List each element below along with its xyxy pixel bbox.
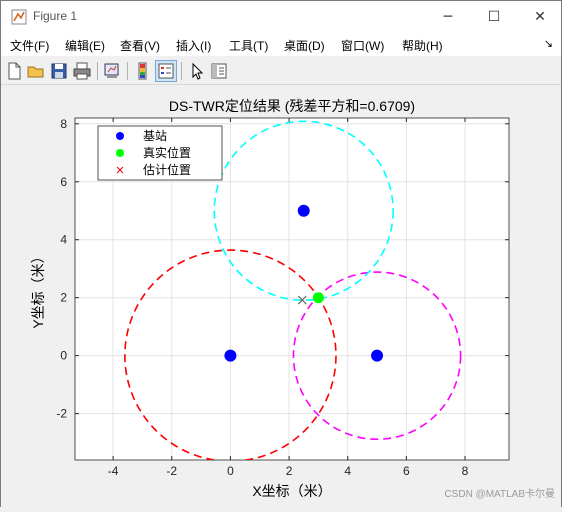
- y-tick-label: -2: [56, 407, 67, 421]
- title-bar[interactable]: Figure 1 ─ ☐ ✕: [1, 1, 561, 32]
- true-position-marker: [312, 292, 324, 304]
- y-axis-label: Y坐标（米）: [30, 249, 46, 328]
- menu-window[interactable]: 窗口(W): [341, 37, 384, 54]
- x-tick-label: 2: [286, 464, 293, 478]
- matlab-figure-icon: [11, 9, 27, 25]
- insert-legend-icon[interactable]: [155, 60, 177, 82]
- x-tick-label: -4: [108, 464, 119, 478]
- figure-canvas: -4 -2 0 2 4 6 8 -2 0 2 4 6 8 DS-TWR定位结果 (残差平方和=0.6709…: [1, 85, 561, 508]
- x-tick-label: 8: [462, 464, 469, 478]
- open-file-icon[interactable]: [26, 61, 46, 81]
- maximize-button[interactable]: ☐: [471, 1, 517, 32]
- chart-title: DS-TWR定位结果 (残差平方和=0.6709): [169, 98, 415, 114]
- x-tick-label: 6: [403, 464, 410, 478]
- y-tick-label: 8: [60, 117, 67, 131]
- base-station-marker: [297, 204, 310, 217]
- y-tick-label: 0: [60, 349, 67, 363]
- menu-overflow-icon[interactable]: ↘: [544, 37, 553, 50]
- insert-colorbar-icon[interactable]: [133, 61, 153, 81]
- minimize-button[interactable]: ─: [425, 1, 471, 32]
- base-station-marker: [371, 349, 384, 362]
- figure-toolbar: [1, 58, 561, 85]
- menu-insert[interactable]: 插入(I): [176, 37, 211, 54]
- property-inspector-icon[interactable]: [209, 61, 229, 81]
- x-axis-label: X坐标（米）: [252, 483, 331, 499]
- menu-file[interactable]: 文件(F): [10, 37, 49, 54]
- link-plot-icon[interactable]: [102, 61, 122, 81]
- toolbar-separator: [127, 62, 128, 80]
- figure-window: Figure 1 ─ ☐ ✕ 文件(F) 编辑(E) 查看(V) 插入(I) 工…: [0, 0, 562, 508]
- menu-tools[interactable]: 工具(T): [229, 37, 268, 54]
- base-station-marker: [224, 349, 237, 362]
- minimize-icon: ─: [443, 8, 453, 25]
- menu-desktop[interactable]: 桌面(D): [284, 37, 325, 54]
- y-tick-label: 4: [60, 233, 67, 247]
- edit-plot-icon[interactable]: [187, 61, 207, 81]
- x-tick-label: 0: [227, 464, 234, 478]
- maximize-icon: ☐: [487, 8, 501, 25]
- toolbar-separator: [181, 62, 182, 80]
- menu-view[interactable]: 查看(V): [120, 37, 160, 54]
- legend-marker: [116, 149, 124, 157]
- x-tick-label: 4: [344, 464, 351, 478]
- menu-help[interactable]: 帮助(H): [402, 37, 443, 54]
- watermark: CSDN @MATLAB卡尔曼: [444, 489, 555, 500]
- close-button[interactable]: ✕: [517, 1, 562, 32]
- window-title: Figure 1: [33, 9, 78, 23]
- print-icon[interactable]: [72, 61, 92, 81]
- save-icon[interactable]: [49, 61, 69, 81]
- plot-svg[interactable]: -4 -2 0 2 4 6 8 -2 0 2 4 6 8 DS-TWR定位结果 (残差平方和=0.6709…: [1, 85, 562, 508]
- legend-marker: [116, 132, 124, 140]
- legend-label: 估计位置: [143, 162, 191, 177]
- menu-bar: 文件(F) 编辑(E) 查看(V) 插入(I) 工具(T) 桌面(D) 窗口(W…: [1, 32, 561, 56]
- menu-edit[interactable]: 编辑(E): [65, 37, 105, 54]
- legend-label: 真实位置: [143, 145, 191, 160]
- toolbar-separator: [97, 62, 98, 80]
- x-tick-label: -2: [166, 464, 177, 478]
- new-figure-icon[interactable]: [4, 61, 24, 81]
- y-tick-label: 2: [60, 291, 67, 305]
- legend-label: 基站: [143, 129, 167, 143]
- y-tick-label: 6: [60, 175, 67, 189]
- close-icon: ✕: [534, 8, 546, 25]
